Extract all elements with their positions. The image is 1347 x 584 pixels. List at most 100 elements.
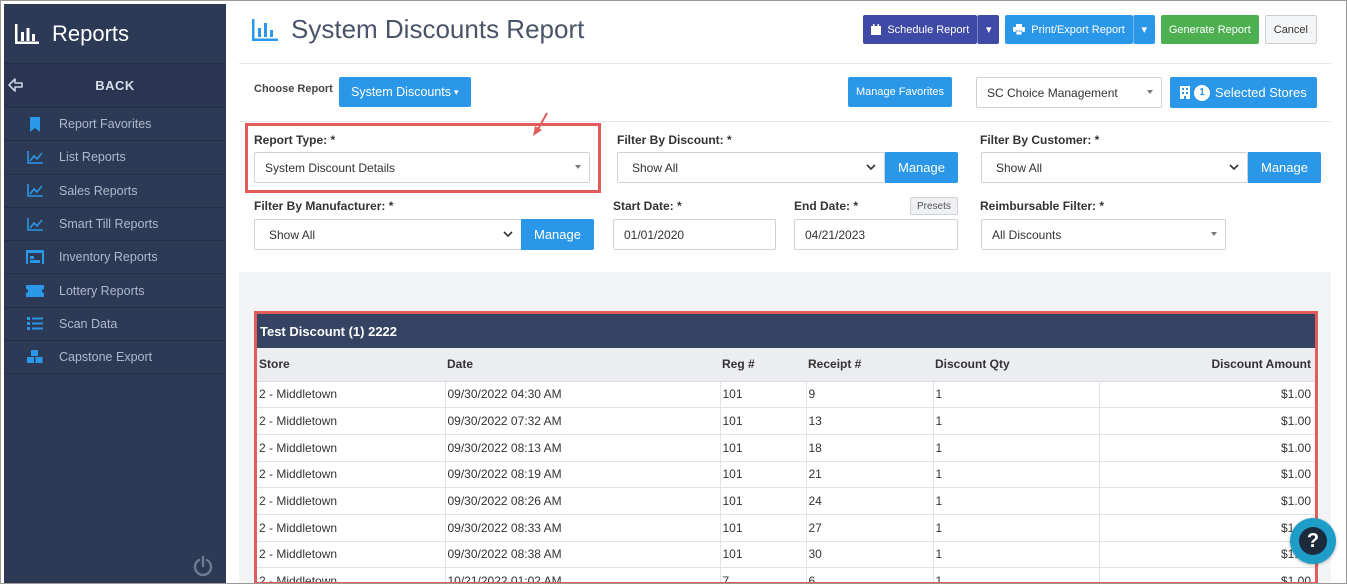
- divider: [239, 63, 1331, 64]
- sidebar-item-capstone-export[interactable]: Capstone Export: [4, 341, 226, 375]
- cell-receipt: 27: [806, 514, 934, 542]
- power-icon[interactable]: [192, 555, 214, 577]
- reimbursable-filter-value: All Discounts: [992, 227, 1062, 242]
- sidebar-item-label: Inventory Reports: [59, 250, 158, 265]
- sidebar-item-label: Report Favorites: [59, 117, 152, 132]
- cell-date: 09/30/2022 08:19 AM: [445, 461, 721, 489]
- cell-date: 09/30/2022 08:33 AM: [445, 514, 721, 542]
- print-export-dropdown[interactable]: ▾: [1132, 15, 1155, 44]
- cell-date: 09/30/2022 08:13 AM: [445, 434, 721, 462]
- sidebar-item-inventory-reports[interactable]: Inventory Reports: [4, 241, 226, 275]
- arrow-left-icon: [8, 78, 23, 92]
- sidebar-title: Reports: [52, 20, 130, 46]
- sidebar-item-label: Smart Till Reports: [59, 217, 159, 232]
- warehouse-icon: [26, 250, 44, 265]
- cancel-button[interactable]: Cancel: [1264, 15, 1317, 44]
- cell-store: 2 - Middletown: [257, 514, 446, 542]
- caret-down-icon: ▾: [1141, 24, 1148, 36]
- selected-stores-label: Selected Stores: [1215, 85, 1307, 100]
- filter-customer-select[interactable]: Show All: [981, 152, 1248, 183]
- cell-reg: 101: [720, 541, 807, 569]
- end-date-value: 04/21/2023: [805, 227, 866, 242]
- selected-stores-button[interactable]: 1 Selected Stores: [1170, 77, 1317, 108]
- line-chart-icon: [27, 150, 43, 164]
- table-row: 2 - Middletown 09/30/2022 08:19 AM 101 2…: [257, 461, 1315, 489]
- sidebar-item-lottery-reports[interactable]: Lottery Reports: [4, 274, 226, 308]
- cell-date: 09/30/2022 04:30 AM: [445, 381, 721, 409]
- sidebar-item-scan-data[interactable]: Scan Data: [4, 308, 226, 342]
- cell-qty: 1: [933, 461, 1100, 489]
- report-table: Store Date Reg # Receipt # Discount Qty …: [257, 348, 1315, 582]
- cell-reg: 101: [720, 487, 807, 515]
- discount-group-title: Test Discount (1) 2222: [257, 314, 1315, 348]
- cell-receipt: 13: [806, 407, 934, 435]
- app-window: Reports BACK Report Favorites List Repor…: [0, 0, 1347, 584]
- filter-manufacturer-value: Show All: [269, 227, 316, 242]
- sidebar-item-label: Sales Reports: [59, 183, 138, 198]
- back-button[interactable]: BACK: [4, 64, 226, 108]
- ticket-icon: [26, 284, 44, 297]
- cell-date: 09/30/2022 08:26 AM: [445, 487, 721, 515]
- cell-receipt: 18: [806, 434, 934, 462]
- calendar-icon: [871, 24, 882, 35]
- reimbursable-filter-select[interactable]: All Discounts: [981, 219, 1226, 250]
- cell-store: 2 - Middletown: [257, 487, 446, 515]
- filter-discount-label: Filter By Discount: *: [617, 133, 732, 147]
- question-mark-icon: ?: [1299, 527, 1327, 555]
- list-icon: [27, 317, 43, 331]
- company-select[interactable]: SC Choice Management: [976, 77, 1162, 108]
- start-date-value: 01/01/2020: [624, 227, 685, 242]
- column-header[interactable]: Reg #: [720, 348, 806, 382]
- cell-reg: 101: [720, 461, 807, 489]
- cell-reg: 101: [720, 381, 807, 409]
- column-header[interactable]: Receipt #: [806, 348, 933, 382]
- manage-customer-button[interactable]: Manage: [1248, 152, 1321, 183]
- filter-manufacturer-label: Filter By Manufacturer: *: [254, 199, 394, 213]
- filter-manufacturer-select[interactable]: Show All: [254, 219, 522, 250]
- print-export-button[interactable]: Print/Export Report: [1005, 15, 1133, 44]
- cell-store: 2 - Middletown: [257, 407, 446, 435]
- generate-report-button[interactable]: Generate Report: [1160, 15, 1259, 44]
- column-header[interactable]: Store: [257, 348, 445, 382]
- sidebar: Reports BACK Report Favorites List Repor…: [4, 4, 226, 583]
- manage-favorites-button[interactable]: Manage Favorites: [848, 77, 953, 107]
- cell-reg: 7: [720, 567, 807, 582]
- column-header[interactable]: Discount Amount: [1099, 348, 1315, 382]
- print-export-group: Print/Export Report ▾: [1005, 15, 1155, 44]
- cell-store: 2 - Middletown: [257, 434, 446, 462]
- cell-qty: 1: [933, 567, 1100, 582]
- cell-amount: $1.00: [1099, 381, 1315, 409]
- manage-manufacturer-button[interactable]: Manage: [521, 219, 594, 250]
- manage-discount-button[interactable]: Manage: [885, 152, 958, 183]
- company-select-value: SC Choice Management: [987, 85, 1118, 100]
- schedule-report-label: Schedule Report: [887, 23, 970, 36]
- filter-customer-label: Filter By Customer: *: [980, 133, 1100, 147]
- sidebar-item-report-favorites[interactable]: Report Favorites: [4, 108, 226, 142]
- help-button[interactable]: ?: [1290, 518, 1336, 564]
- column-header[interactable]: Date: [445, 348, 720, 382]
- reimbursable-filter-label: Reimbursable Filter: *: [980, 199, 1105, 213]
- choose-report-dropdown[interactable]: System Discounts ▾: [339, 77, 471, 107]
- sidebar-item-list-reports[interactable]: List Reports: [4, 141, 226, 175]
- sidebar-item-label: Scan Data: [59, 316, 118, 331]
- sidebar-item-smart-till-reports[interactable]: Smart Till Reports: [4, 208, 226, 242]
- choose-report-value: System Discounts: [351, 85, 452, 99]
- schedule-report-dropdown[interactable]: ▾: [977, 15, 1000, 44]
- schedule-report-button[interactable]: Schedule Report: [863, 15, 978, 44]
- end-date-input[interactable]: 04/21/2023: [794, 219, 958, 250]
- column-header[interactable]: Discount Qty: [933, 348, 1099, 382]
- cell-qty: 1: [933, 514, 1100, 542]
- bar-chart-icon: [15, 23, 39, 44]
- sidebar-header: Reports: [4, 4, 226, 64]
- sidebar-item-sales-reports[interactable]: Sales Reports: [4, 175, 226, 208]
- cell-receipt: 30: [806, 541, 934, 569]
- end-date-label: End Date: *: [794, 199, 859, 213]
- presets-button[interactable]: Presets: [910, 197, 958, 215]
- cell-amount: $1.00: [1099, 541, 1315, 569]
- building-icon: [1180, 86, 1190, 99]
- filter-discount-select[interactable]: Show All: [617, 152, 885, 183]
- cell-receipt: 6: [806, 567, 934, 582]
- caret-down-icon: ▾: [986, 24, 992, 36]
- start-date-input[interactable]: 01/01/2020: [613, 219, 776, 250]
- sidebar-item-label: Capstone Export: [59, 350, 153, 365]
